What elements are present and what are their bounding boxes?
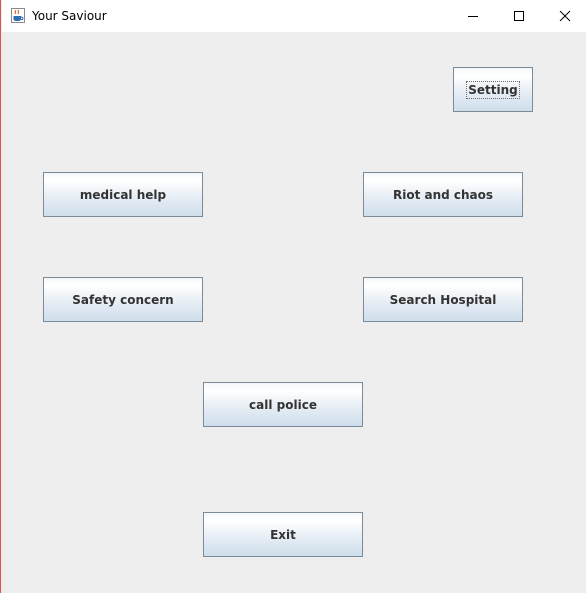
java-cup-icon xyxy=(11,8,25,23)
minimize-icon xyxy=(467,7,479,26)
medical-help-button-label: medical help xyxy=(79,187,167,202)
riot-and-chaos-button-label: Riot and chaos xyxy=(392,187,494,202)
riot-and-chaos-button[interactable]: Riot and chaos xyxy=(363,172,523,217)
app-window: Your Saviour Setting medical help Riot a… xyxy=(0,0,586,593)
setting-button-label: Setting xyxy=(466,80,520,99)
exit-button[interactable]: Exit xyxy=(203,512,363,557)
content-pane: Setting medical help Riot and chaos Safe… xyxy=(2,32,586,593)
title-bar[interactable]: Your Saviour xyxy=(2,0,586,32)
minimize-button[interactable] xyxy=(450,0,496,32)
maximize-icon xyxy=(513,7,525,26)
call-police-button[interactable]: call police xyxy=(203,382,363,427)
window-title: Your Saviour xyxy=(32,9,107,23)
close-button[interactable] xyxy=(542,0,586,32)
close-icon xyxy=(559,7,571,26)
medical-help-button[interactable]: medical help xyxy=(43,172,203,217)
search-hospital-button[interactable]: Search Hospital xyxy=(363,277,523,322)
call-police-button-label: call police xyxy=(249,397,317,412)
safety-concern-button[interactable]: Safety concern xyxy=(43,277,203,322)
setting-button[interactable]: Setting xyxy=(453,67,533,112)
exit-button-label: Exit xyxy=(270,527,296,542)
safety-concern-button-label: Safety concern xyxy=(72,292,174,307)
maximize-button[interactable] xyxy=(496,0,542,32)
search-hospital-button-label: Search Hospital xyxy=(389,292,497,307)
